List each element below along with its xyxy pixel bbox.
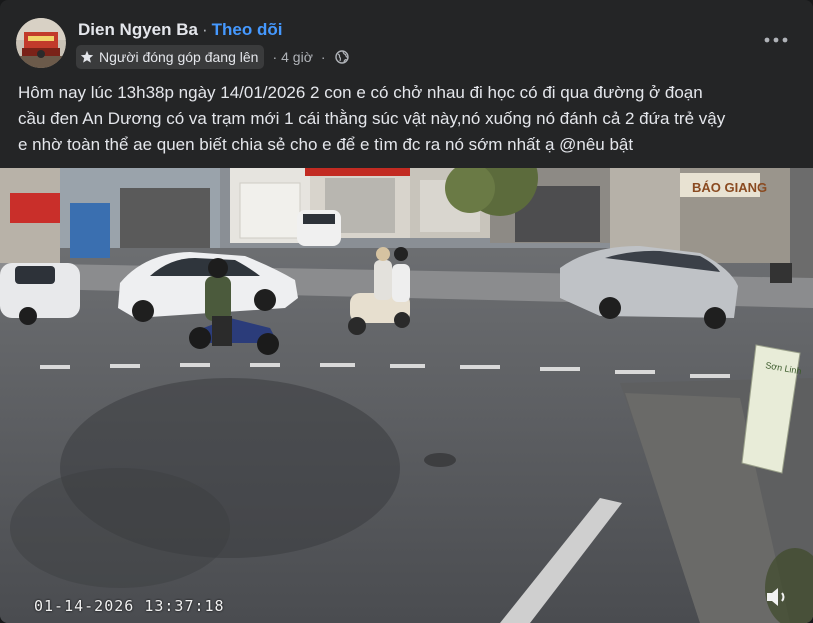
badge-label: Người đóng góp đang lên [99, 49, 259, 65]
post-text-line: e nhờ toàn thể ae quen biết chia sẻ cho … [18, 135, 634, 154]
post-card: Dien Ngyen Ba · Theo dõi Người đóng góp đa… [0, 0, 813, 623]
meta-separator: · [272, 49, 278, 65]
post-meta: Người đóng góp đang lên · 4 giờ · [76, 44, 349, 70]
post-text-line: Hôm nay lúc 13h38p ngày 14/01/2026 2 con… [18, 83, 703, 102]
meta-separator-2: · [320, 49, 326, 65]
follow-link[interactable]: Theo dõi [212, 20, 283, 39]
contributor-badge[interactable]: Người đóng góp đang lên [76, 45, 265, 69]
video-frame: BÁO GIANG Sơn Linh [0, 168, 813, 623]
name-separator: · [201, 20, 208, 39]
author-line: Dien Ngyen Ba · Theo dõi [78, 20, 282, 40]
avatar[interactable] [16, 18, 66, 68]
star-badge-icon [80, 50, 94, 63]
store-sign-text: BÁO GIANG [692, 180, 767, 195]
video-player[interactable]: BÁO GIANG Sơn Linh 01-14-2026 13:37:18 [0, 168, 813, 623]
globe-icon[interactable] [334, 50, 349, 64]
white-car-left [0, 263, 80, 325]
avatar-image [16, 18, 66, 68]
video-timestamp: 01-14-2026 13:37:18 [34, 597, 225, 615]
post-time[interactable]: 4 giờ [281, 49, 313, 65]
author-name[interactable]: Dien Ngyen Ba [78, 20, 198, 39]
volume-icon[interactable] [764, 585, 792, 609]
post-text: Hôm nay lúc 13h38p ngày 14/01/2026 2 con… [18, 80, 798, 158]
more-options-icon[interactable] [761, 30, 791, 50]
post-text-line: cầu đen An Dương có va trạm mới 1 cái th… [18, 109, 726, 128]
